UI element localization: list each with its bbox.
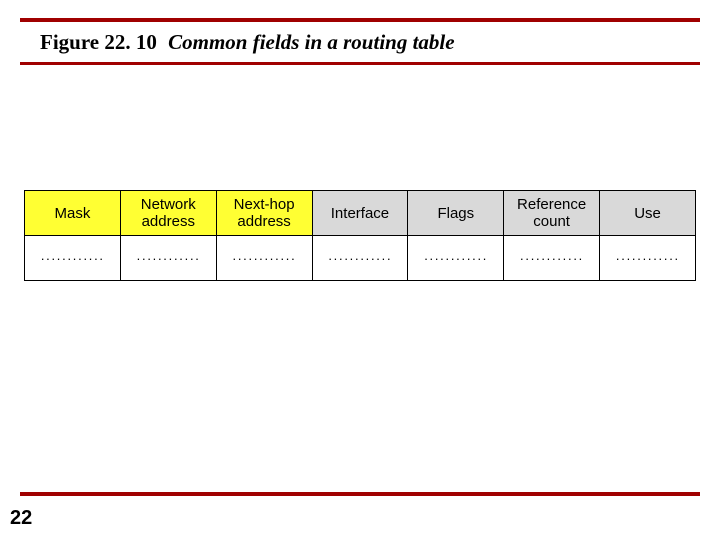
col-reference-count: Reference count [504,191,600,236]
cell-placeholder: ············ [328,251,392,266]
page-number: 22 [10,507,32,530]
col-flags: Flags [408,191,504,236]
cell-placeholder: ············ [520,251,584,266]
col-use: Use [600,191,696,236]
routing-table: Mask Network address Next-hop address In… [24,190,696,281]
cell-placeholder: ············ [136,251,200,266]
col-interface: Interface [312,191,408,236]
cell-placeholder: ············ [616,251,680,266]
col-network-address: Network address [120,191,216,236]
cell-placeholder: ············ [232,251,296,266]
bottom-rule [20,492,700,496]
top-rule [20,18,700,22]
table-header-row: Mask Network address Next-hop address In… [25,191,696,236]
table-row: ············ ············ ············ ·… [25,236,696,281]
figure-number: Figure 22. 10 [40,30,157,54]
col-next-hop-address: Next-hop address [216,191,312,236]
title-underline [20,62,700,65]
col-mask: Mask [25,191,121,236]
figure-caption: Common fields in a routing table [168,30,454,54]
figure-title: Figure 22. 10 Common fields in a routing… [40,30,680,55]
cell-placeholder: ············ [424,251,488,266]
cell-placeholder: ············ [40,251,104,266]
